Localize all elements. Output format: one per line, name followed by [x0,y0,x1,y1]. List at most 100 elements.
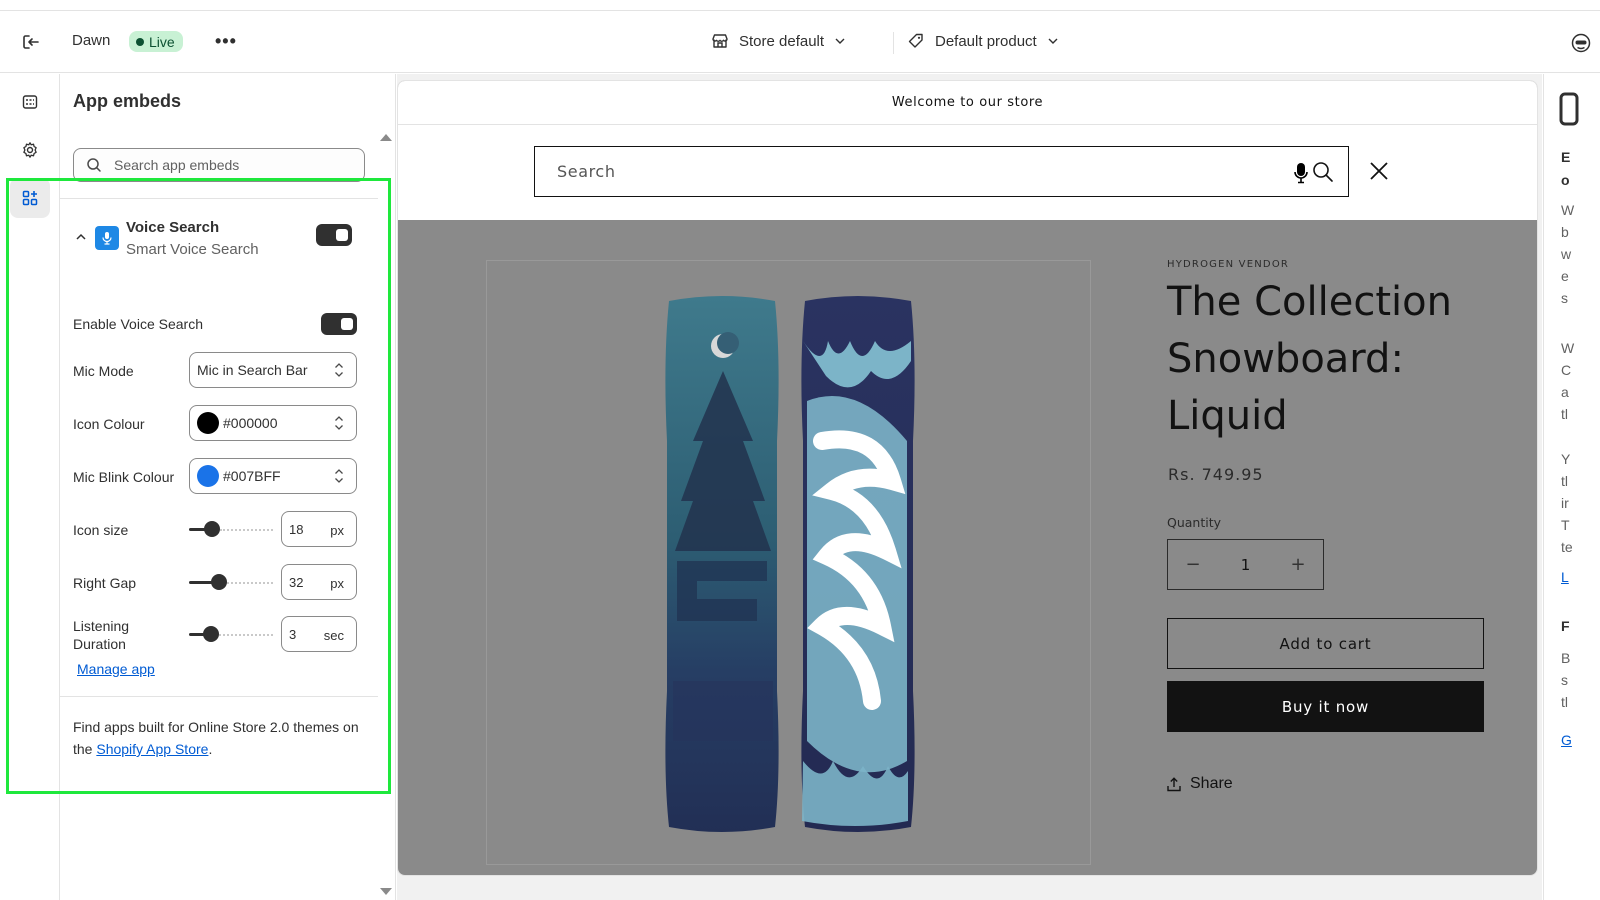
chevron-up-icon[interactable] [75,231,87,243]
apps-icon [22,190,38,206]
slider-track [226,582,273,584]
right-help-panel: Eo Wb w e s W Ca tl Ytl ir Tte L F Bs tl G [1543,74,1600,900]
microphone-icon[interactable] [1294,162,1308,184]
listening-duration-slider[interactable] [189,625,273,643]
icon-colour-swatch[interactable] [197,412,219,434]
slider-thumb[interactable] [203,521,220,537]
quantity-increase-button[interactable]: + [1273,554,1323,575]
panel-icon [1559,92,1579,126]
app-store-footer: Find apps built for Online Store 2.0 the… [73,716,363,760]
product-title: The Collection Snowboard: Liquid [1167,279,1452,439]
right-panel-fragment: ir [1561,495,1569,511]
app-embed-toggle[interactable] [316,224,352,246]
listening-duration-label: Listening Duration [73,617,129,653]
select-arrows-icon [335,416,343,430]
editor-icon-rail [0,74,60,900]
search-icon[interactable] [1312,161,1334,183]
buy-it-now-button[interactable]: Buy it now [1167,681,1484,732]
icon-size-slider[interactable] [189,520,273,538]
right-panel-fragment: e [1561,268,1569,284]
exit-icon[interactable] [20,31,42,53]
mic-blink-colour-label: Mic Blink Colour [73,469,175,485]
template-context-label: Default product [935,32,1037,50]
right-panel-fragment: tl [1561,694,1568,710]
quantity-stepper: − 1 + [1167,539,1324,590]
app-embeds-panel: App embeds Voice Search Smart Voice Sear… [60,74,396,900]
mic-blink-colour-swatch[interactable] [197,465,219,487]
app-embeds-nav-button[interactable] [10,178,50,218]
right-gap-input[interactable]: 32 px [281,564,357,600]
theme-settings-nav-button[interactable] [10,130,50,170]
shopify-app-store-link[interactable]: Shopify App Store [96,741,208,757]
chevron-down-icon [1048,38,1058,44]
right-panel-fragment: G [1561,732,1572,748]
quantity-label: Quantity [1167,515,1222,530]
share-label: Share [1190,775,1233,792]
product-image-frame [486,260,1091,865]
scroll-up-arrow-icon[interactable] [380,134,392,141]
voice-search-embed-header[interactable]: Voice Search Smart Voice Search [73,219,373,279]
icon-size-input[interactable]: 18 px [281,511,357,547]
template-context-selector[interactable]: Default product [907,32,1059,50]
panel-title: App embeds [73,91,182,111]
right-panel-fragment: Y [1561,451,1571,467]
sections-nav-button[interactable] [10,82,50,122]
slider-track [219,529,273,531]
mic-mode-select[interactable]: Mic in Search Bar [189,352,357,388]
manage-app-link[interactable]: Manage app [77,661,155,677]
storefront-search-input[interactable] [557,162,1257,181]
gear-icon [23,142,37,158]
snowboard-image[interactable] [487,261,1092,866]
right-panel-fragment: L [1561,569,1569,585]
right-panel-fragment: T [1561,517,1570,533]
store-icon [712,34,728,48]
share-icon [1167,776,1181,791]
user-avatar-icon[interactable] [1571,33,1591,53]
listening-duration-input[interactable]: 3 sec [281,616,357,652]
right-gap-slider[interactable] [189,573,273,591]
listening-unit: sec [323,628,344,643]
icon-colour-picker[interactable]: #000000 [189,405,357,441]
close-search-icon[interactable] [1369,161,1389,181]
right-panel-fragment: W [1561,202,1575,218]
app-subtitle: Smart Voice Search [126,241,259,258]
more-actions-button[interactable]: ••• [215,31,237,52]
search-app-embeds-input[interactable] [114,157,344,173]
icon-colour-value: #000000 [223,415,278,431]
search-app-embeds-field[interactable] [73,148,365,182]
slider-thumb[interactable] [210,574,227,590]
icon-size-value: 18 [289,522,304,537]
select-arrows-icon [335,363,343,377]
right-panel-fragment: te [1561,539,1573,555]
divider [60,696,378,697]
divider [60,198,378,199]
editor-topbar: Dawn Live ••• Store default Default prod… [0,10,1600,73]
slider-thumb[interactable] [202,626,219,642]
footer-end: . [208,741,213,757]
share-button[interactable]: Share [1167,775,1233,793]
quantity-decrease-button[interactable]: − [1168,554,1218,575]
add-to-cart-button[interactable]: Add to cart [1167,618,1484,669]
right-panel-fragment: F [1561,618,1570,634]
right-panel-fragment: E [1561,149,1571,165]
storefront-search-field[interactable] [534,146,1349,197]
status-dot-icon [136,37,144,46]
quantity-value[interactable]: 1 [1218,556,1273,574]
store-context-selector[interactable]: Store default [711,32,846,50]
product-vendor: HYDROGEN VENDOR [1167,259,1290,270]
right-panel-fragment: b [1561,224,1569,240]
app-name: Voice Search [126,219,220,236]
storefront-search-header [398,125,1537,220]
select-arrows-icon [335,469,343,483]
right-panel-fragment: tl [1561,406,1568,422]
enable-voice-search-toggle[interactable] [321,313,357,335]
right-gap-label: Right Gap [73,575,137,591]
product-price: Rs. 749.95 [1168,465,1264,484]
slider-track [218,634,273,636]
right-panel-fragment: tl [1561,473,1568,489]
scroll-down-arrow-icon[interactable] [380,888,392,895]
storefront-preview: Welcome to our store Search HYDROGEN VEN… [397,80,1538,876]
live-label: Live [149,33,175,50]
mic-blink-colour-picker[interactable]: #007BFF [189,458,357,494]
right-gap-unit: px [330,576,344,591]
